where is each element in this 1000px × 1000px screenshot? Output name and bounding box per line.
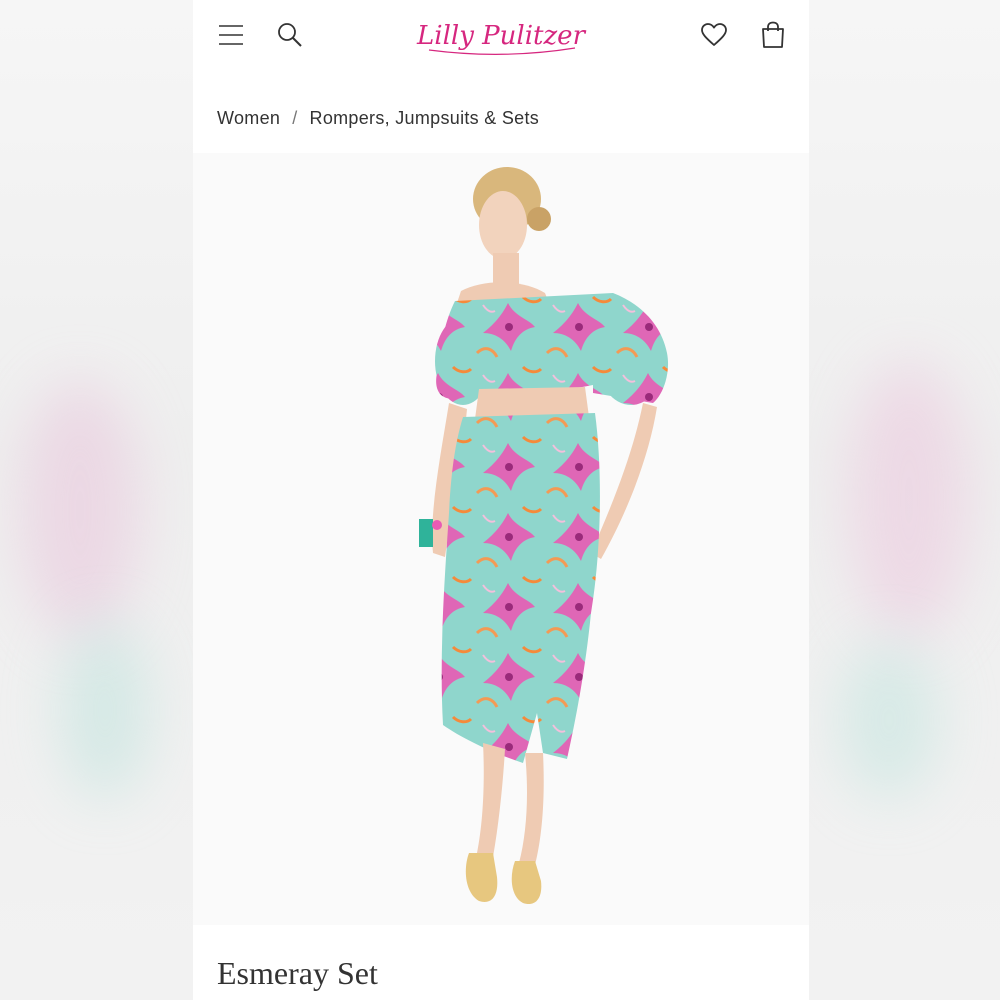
breadcrumb-women[interactable]: Women bbox=[217, 108, 280, 129]
breadcrumb: Women / Rompers, Jumpsuits & Sets bbox=[217, 104, 539, 132]
search-icon[interactable] bbox=[273, 18, 307, 52]
product-image[interactable] bbox=[193, 153, 809, 925]
product-title: Esmeray Set bbox=[217, 955, 378, 991]
svg-text:Lilly Pulitzer: Lilly Pulitzer bbox=[416, 21, 587, 51]
blurred-background-left bbox=[0, 0, 193, 1000]
mobile-page: Lilly Pulitzer Women / Rompers, Jumpsuit… bbox=[193, 0, 809, 1000]
product-info: Esmeray Set bbox=[193, 925, 809, 1000]
heart-icon[interactable] bbox=[697, 18, 731, 52]
model-illustration bbox=[419, 167, 669, 905]
lilly-pulitzer-logo-icon: Lilly Pulitzer bbox=[416, 21, 587, 55]
shopping-bag-icon[interactable] bbox=[756, 18, 790, 52]
breadcrumb-separator: / bbox=[292, 107, 298, 128]
breadcrumb-rompers-jumpsuits-sets[interactable]: Rompers, Jumpsuits & Sets bbox=[310, 108, 540, 129]
hamburger-menu-icon[interactable] bbox=[214, 18, 248, 52]
site-header: Lilly Pulitzer bbox=[193, 0, 809, 72]
brand-logo[interactable]: Lilly Pulitzer bbox=[415, 10, 587, 62]
blurred-background-right bbox=[809, 0, 1000, 1000]
